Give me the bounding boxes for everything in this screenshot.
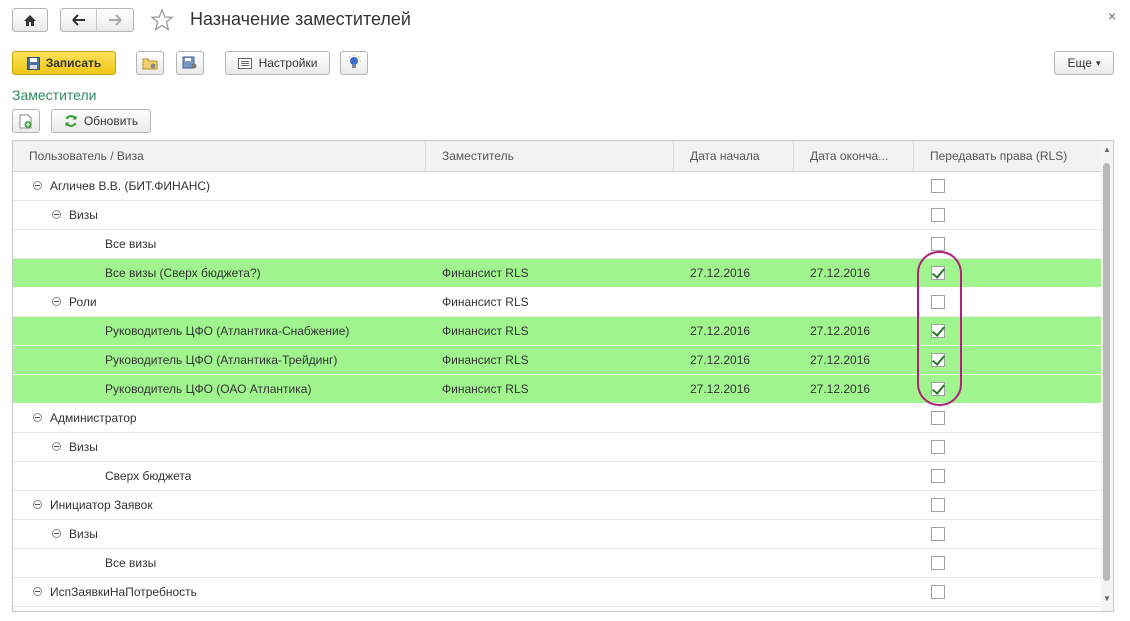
rls-checkbox[interactable] xyxy=(931,527,945,541)
hint-button[interactable] xyxy=(340,51,368,75)
table-row[interactable]: Визы xyxy=(13,201,1101,230)
refresh-button-label: Обновить xyxy=(83,114,139,128)
folder-settings-button[interactable] xyxy=(136,51,164,75)
disk-gear-icon xyxy=(182,56,197,69)
annotation-oval xyxy=(917,251,962,406)
cell-end-date: 27.12.2016 xyxy=(810,324,871,338)
cell-user: Сверх бюджета xyxy=(105,469,192,483)
collapse-toggle-icon[interactable] xyxy=(33,587,42,596)
table-row[interactable]: Визы xyxy=(13,433,1101,462)
folder-gear-icon xyxy=(142,58,158,70)
floppy-disk-icon xyxy=(26,56,40,70)
cell-start-date: 27.12.2016 xyxy=(690,382,751,396)
cell-user: Визы xyxy=(69,208,98,222)
star-icon[interactable] xyxy=(150,8,174,32)
table-row[interactable]: Администратор xyxy=(13,404,1101,433)
cell-user: Все визы (Сверх бюджета?) xyxy=(105,266,261,280)
home-icon xyxy=(24,14,36,26)
settings-button-label: Настройки xyxy=(258,56,318,70)
cell-end-date: 27.12.2016 xyxy=(810,353,871,367)
collapse-toggle-icon[interactable] xyxy=(33,413,42,422)
chevron-down-icon: ▾ xyxy=(1095,57,1101,68)
cell-deputy: Финансист RLS xyxy=(442,382,529,396)
more-button-label: Еще xyxy=(1067,56,1092,70)
forward-button[interactable] xyxy=(97,9,133,31)
page-title: Назначение заместителей xyxy=(190,9,411,29)
rls-checkbox[interactable] xyxy=(931,440,945,454)
rls-checkbox[interactable] xyxy=(931,498,945,512)
cell-user: Роли xyxy=(69,295,97,309)
section-title: Заместители xyxy=(12,87,97,103)
arrow-right-icon xyxy=(109,14,122,26)
back-button[interactable] xyxy=(61,9,97,31)
collapse-toggle-icon[interactable] xyxy=(33,500,42,509)
add-button[interactable] xyxy=(12,109,40,133)
home-button[interactable] xyxy=(12,8,48,32)
cell-user: Инициатор Заявок xyxy=(50,498,153,512)
rls-checkbox[interactable] xyxy=(931,208,945,222)
column-header-user[interactable]: Пользователь / Виза xyxy=(13,141,426,171)
cell-user: Все визы xyxy=(105,556,157,570)
cell-deputy: Финансист RLS xyxy=(442,266,529,280)
table-row[interactable]: Все визы xyxy=(13,549,1101,578)
table-header: Пользователь / Виза Заместитель Дата нач… xyxy=(13,141,1101,172)
cell-user: ИспЗаявкиНаПотребность xyxy=(50,585,197,599)
scroll-down-icon[interactable]: ▼ xyxy=(1103,595,1111,603)
cell-deputy: Финансист RLS xyxy=(442,295,529,309)
scrollbar-thumb[interactable] xyxy=(1103,163,1110,581)
save-button[interactable]: Записать xyxy=(12,51,116,75)
save-button-label: Записать xyxy=(45,56,102,70)
close-icon[interactable]: × xyxy=(1108,8,1116,24)
cell-user: Администратор xyxy=(50,411,137,425)
cell-user: Руководитель ЦФО (ОАО Атлантика) xyxy=(105,382,312,396)
column-header-end-date[interactable]: Дата оконча... xyxy=(794,141,914,171)
cell-deputy: Финансист RLS xyxy=(442,324,529,338)
collapse-toggle-icon[interactable] xyxy=(33,181,42,190)
cell-end-date: 27.12.2016 xyxy=(810,266,871,280)
collapse-toggle-icon[interactable] xyxy=(52,210,61,219)
cell-user: Визы xyxy=(69,527,98,541)
column-header-deputy[interactable]: Заместитель xyxy=(426,141,674,171)
table-row[interactable]: Инициатор Заявок xyxy=(13,491,1101,520)
save-settings-button[interactable] xyxy=(176,51,204,75)
scroll-up-icon[interactable]: ▲ xyxy=(1103,146,1111,154)
rls-checkbox[interactable] xyxy=(931,179,945,193)
collapse-toggle-icon[interactable] xyxy=(52,442,61,451)
cell-deputy: Финансист RLS xyxy=(442,353,529,367)
collapse-toggle-icon[interactable] xyxy=(52,529,61,538)
cell-end-date: 27.12.2016 xyxy=(810,382,871,396)
more-button[interactable]: Еще ▾ xyxy=(1054,51,1114,75)
refresh-icon xyxy=(65,115,77,127)
column-header-rls[interactable]: Передавать права (RLS) xyxy=(914,141,1101,171)
table-row[interactable]: Сверх бюджета xyxy=(13,462,1101,491)
vertical-scrollbar[interactable]: ▲ ▼ xyxy=(1101,141,1113,611)
rls-checkbox[interactable] xyxy=(931,469,945,483)
table-row[interactable]: Агличев В.В. (БИТ.ФИНАНС) xyxy=(13,172,1101,201)
cell-user: Визы xyxy=(69,440,98,454)
cell-user: Агличев В.В. (БИТ.ФИНАНС) xyxy=(50,179,211,193)
cell-user: Руководитель ЦФО (Атлантика-Снабжение) xyxy=(105,324,350,338)
rls-checkbox[interactable] xyxy=(931,556,945,570)
arrow-left-icon xyxy=(71,14,85,26)
cell-user: Все визы xyxy=(105,237,157,251)
rls-checkbox[interactable] xyxy=(931,585,945,599)
rls-checkbox[interactable] xyxy=(931,411,945,425)
rls-checkbox[interactable] xyxy=(931,237,945,251)
nav-buttons xyxy=(60,8,134,32)
cell-start-date: 27.12.2016 xyxy=(690,353,751,367)
cell-user: Руководитель ЦФО (Атлантика-Трейдинг) xyxy=(105,353,338,367)
collapse-toggle-icon[interactable] xyxy=(52,297,61,306)
list-icon xyxy=(237,57,252,69)
table-row[interactable]: Визы xyxy=(13,520,1101,549)
settings-button[interactable]: Настройки xyxy=(225,51,330,75)
table-row[interactable]: ИспЗаявкиНаПотребность xyxy=(13,578,1101,607)
lightbulb-icon xyxy=(347,55,361,68)
refresh-button[interactable]: Обновить xyxy=(51,109,151,133)
column-header-start-date[interactable]: Дата начала xyxy=(674,141,794,171)
cell-start-date: 27.12.2016 xyxy=(690,324,751,338)
add-document-icon xyxy=(19,114,32,128)
cell-start-date: 27.12.2016 xyxy=(690,266,751,280)
